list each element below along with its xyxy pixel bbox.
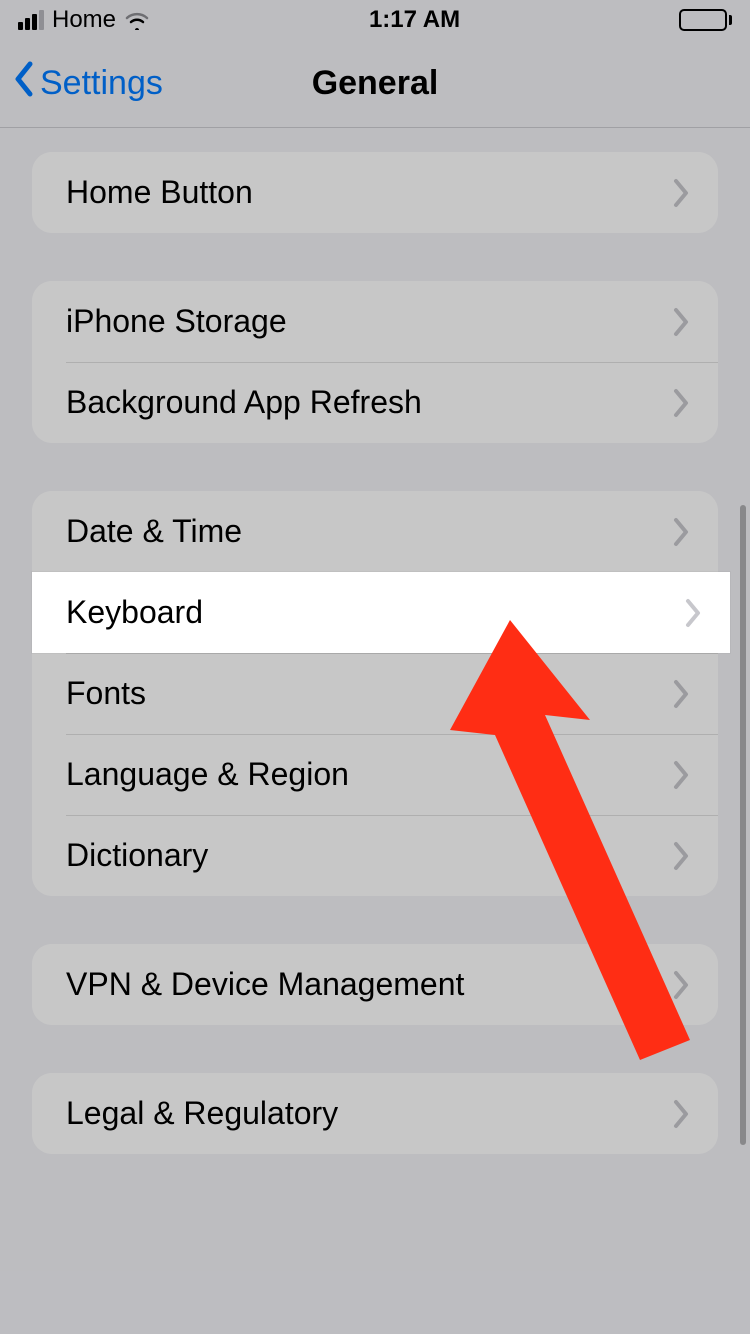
row-label: VPN & Device Management [66, 966, 464, 1003]
row-date-time[interactable]: Date & Time [32, 491, 718, 572]
scroll-indicator [740, 505, 746, 1145]
settings-content: Home Button iPhone Storage Background Ap… [0, 152, 750, 1154]
row-home-button[interactable]: Home Button [32, 152, 718, 233]
carrier-label: Home [52, 6, 116, 34]
back-label: Settings [40, 64, 163, 103]
chevron-right-icon [672, 517, 690, 547]
row-background-app-refresh[interactable]: Background App Refresh [32, 362, 718, 443]
back-button[interactable]: Settings [12, 60, 163, 107]
chevron-right-icon [672, 841, 690, 871]
status-left: Home [18, 6, 150, 34]
chevron-right-icon [672, 1099, 690, 1129]
row-vpn-device-management[interactable]: VPN & Device Management [32, 944, 718, 1025]
row-label: Fonts [66, 675, 146, 712]
wifi-icon [124, 10, 150, 30]
chevron-right-icon [672, 388, 690, 418]
row-label: Keyboard [66, 594, 203, 631]
status-right [679, 9, 732, 31]
row-fonts[interactable]: Fonts [32, 653, 718, 734]
chevron-right-icon [672, 178, 690, 208]
settings-group: VPN & Device Management [32, 944, 718, 1025]
status-bar: Home 1:17 AM [0, 0, 750, 40]
row-label: Background App Refresh [66, 384, 422, 421]
settings-group: iPhone Storage Background App Refresh [32, 281, 718, 443]
chevron-right-icon [672, 307, 690, 337]
settings-group: Date & Time Keyboard Fonts Language & Re… [32, 491, 718, 896]
chevron-right-icon [672, 760, 690, 790]
row-language-region[interactable]: Language & Region [32, 734, 718, 815]
chevron-right-icon [672, 970, 690, 1000]
row-iphone-storage[interactable]: iPhone Storage [32, 281, 718, 362]
row-dictionary[interactable]: Dictionary [32, 815, 718, 896]
row-label: Legal & Regulatory [66, 1095, 338, 1132]
row-label: Language & Region [66, 756, 349, 793]
settings-group: Home Button [32, 152, 718, 233]
chevron-right-icon [684, 598, 702, 628]
row-keyboard-highlight[interactable]: Keyboard [32, 572, 730, 653]
nav-header: Settings General [0, 40, 750, 128]
battery-icon [679, 9, 732, 31]
row-label: Dictionary [66, 837, 208, 874]
cellular-signal-icon [18, 10, 44, 30]
row-label: Date & Time [66, 513, 242, 550]
settings-group: Legal & Regulatory [32, 1073, 718, 1154]
row-legal-regulatory[interactable]: Legal & Regulatory [32, 1073, 718, 1154]
chevron-left-icon [12, 60, 36, 107]
row-label: iPhone Storage [66, 303, 287, 340]
row-label: Home Button [66, 174, 253, 211]
chevron-right-icon [672, 679, 690, 709]
status-time: 1:17 AM [369, 6, 460, 34]
page-title: General [312, 64, 439, 103]
